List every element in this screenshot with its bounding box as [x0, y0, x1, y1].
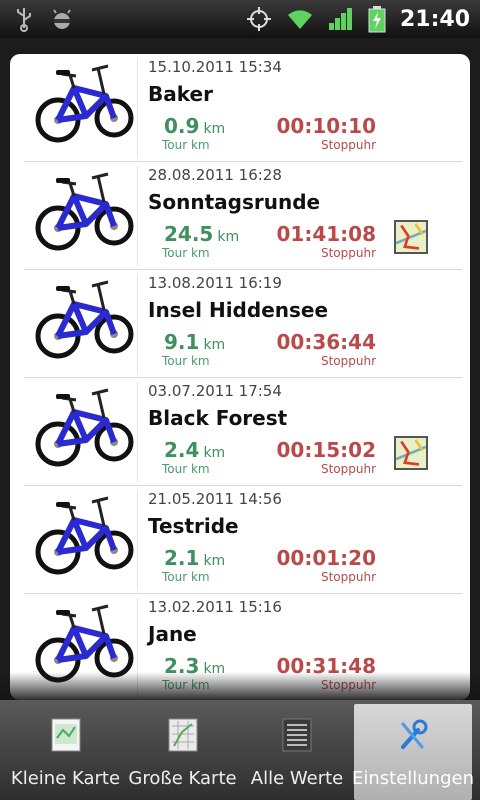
tour-name: Testride [148, 514, 239, 538]
distance-value: 0.9 [164, 114, 200, 138]
map-thumbnail-icon[interactable] [394, 220, 428, 254]
gps-icon [246, 7, 271, 31]
tour-distance: 9.1 km Tour km [162, 330, 254, 368]
android-debug-icon [53, 9, 71, 29]
tour-date: 13.02.2011 15:16 [148, 598, 282, 616]
tour-distance: 2.4 km Tour km [162, 438, 254, 476]
tour-thumbnail [34, 274, 138, 374]
tour-name: Insel Hiddensee [148, 298, 329, 322]
tour-row[interactable]: 28.08.2011 16:28 Sonntagsrunde 24.5 km Tour … [24, 162, 462, 270]
distance-value: 2.1 [164, 546, 200, 570]
stopwatch-value: 01:41:08 [276, 222, 377, 246]
bicycle-icon [35, 172, 134, 251]
distance-value: 9.1 [164, 330, 200, 354]
status-bar: 21:40 [0, 0, 480, 38]
tab-label: Einstellungen [351, 768, 475, 789]
distance-label: Tour km [162, 570, 210, 584]
tour-distance: 24.5 km Tour km [162, 222, 254, 260]
large-map-icon [168, 718, 197, 752]
distance-unit: km [203, 553, 226, 569]
distance-value: 24.5 [164, 222, 214, 246]
tour-stopwatch: 00:10:10 Stoppuhr [264, 114, 377, 152]
small-map-icon [51, 718, 80, 752]
stopwatch-label: Stoppuhr [320, 462, 376, 476]
tab-small-map[interactable]: Kleine Karte [8, 704, 123, 800]
tab-bar: Kleine Karte Große Karte Alle Werte Eins… [0, 700, 480, 800]
distance-unit: km [203, 445, 226, 461]
tour-row[interactable]: 15.10.2011 15:34 Baker 0.9 km Tour km 00:10:1… [24, 54, 462, 162]
tour-stopwatch: 00:01:20 Stoppuhr [264, 546, 377, 584]
stopwatch-value: 00:36:44 [276, 330, 377, 354]
signal-icon [328, 8, 352, 30]
tour-thumbnail [34, 58, 138, 158]
bicycle-icon [35, 280, 134, 359]
distance-unit: km [203, 337, 226, 353]
distance-unit: km [217, 229, 240, 245]
tour-date: 03.07.2011 17:54 [148, 382, 282, 400]
settings-wrench-icon [401, 719, 428, 749]
all-values-icon [282, 718, 312, 752]
tour-row[interactable]: 21.05.2011 14:56 Testride 2.1 km Tour km 00:0… [24, 486, 462, 594]
tab-settings[interactable]: Einstellungen [352, 704, 474, 800]
bicycle-icon [35, 64, 134, 143]
tour-name: Jane [148, 622, 197, 646]
tour-date: 13.08.2011 16:19 [148, 274, 282, 292]
distance-value: 2.4 [164, 438, 200, 462]
bicycle-icon [35, 496, 134, 575]
tour-thumbnail [34, 490, 138, 590]
tour-stopwatch: 00:36:44 Stoppuhr [264, 330, 377, 368]
tab-label: Große Karte [128, 768, 237, 789]
tour-thumbnail [34, 382, 138, 482]
status-time: 21:40 [399, 6, 470, 32]
map-thumbnail-icon[interactable] [394, 436, 428, 470]
tab-all-values[interactable]: Alle Werte [242, 704, 352, 800]
stopwatch-label: Stoppuhr [320, 570, 376, 584]
tour-name: Sonntagsrunde [148, 190, 321, 214]
battery-charging-icon [368, 6, 386, 33]
distance-label: Tour km [162, 462, 210, 476]
tour-row[interactable]: 03.07.2011 17:54 Black Forest 2.4 km Tour km… [24, 378, 462, 486]
tour-name: Baker [148, 82, 213, 106]
distance-label: Tour km [162, 138, 210, 152]
tab-label: Kleine Karte [10, 768, 121, 789]
wifi-icon [287, 10, 312, 29]
distance-unit: km [203, 121, 226, 137]
tour-distance: 0.9 km Tour km [162, 114, 254, 152]
distance-label: Tour km [162, 354, 210, 368]
tab-label: Alle Werte [250, 768, 344, 789]
bicycle-icon [35, 388, 134, 467]
tour-stopwatch: 00:15:02 Stoppuhr [264, 438, 377, 476]
stopwatch-value: 00:10:10 [276, 114, 377, 138]
tab-large-map[interactable]: Große Karte [125, 704, 240, 800]
tour-thumbnail [34, 166, 138, 266]
stopwatch-label: Stoppuhr [320, 354, 376, 368]
tour-stopwatch: 01:41:08 Stoppuhr [264, 222, 377, 260]
stopwatch-label: Stoppuhr [320, 246, 376, 260]
stopwatch-value: 00:01:20 [276, 546, 377, 570]
stopwatch-value: 00:15:02 [276, 438, 377, 462]
tour-distance: 2.1 km Tour km [162, 546, 254, 584]
tour-date: 28.08.2011 16:28 [148, 166, 282, 184]
tour-name: Black Forest [148, 406, 288, 430]
tour-date: 15.10.2011 15:34 [148, 58, 282, 76]
tour-row[interactable]: 13.08.2011 16:19 Insel Hiddensee 9.1 km Tour… [24, 270, 462, 378]
tour-date: 21.05.2011 14:56 [148, 490, 282, 508]
tour-list[interactable]: 15.10.2011 15:34 Baker 0.9 km Tour km 00:10:1… [10, 54, 470, 700]
distance-label: Tour km [162, 246, 210, 260]
usb-icon [17, 8, 31, 32]
stopwatch-label: Stoppuhr [320, 138, 376, 152]
list-bottom-fade [0, 672, 480, 702]
